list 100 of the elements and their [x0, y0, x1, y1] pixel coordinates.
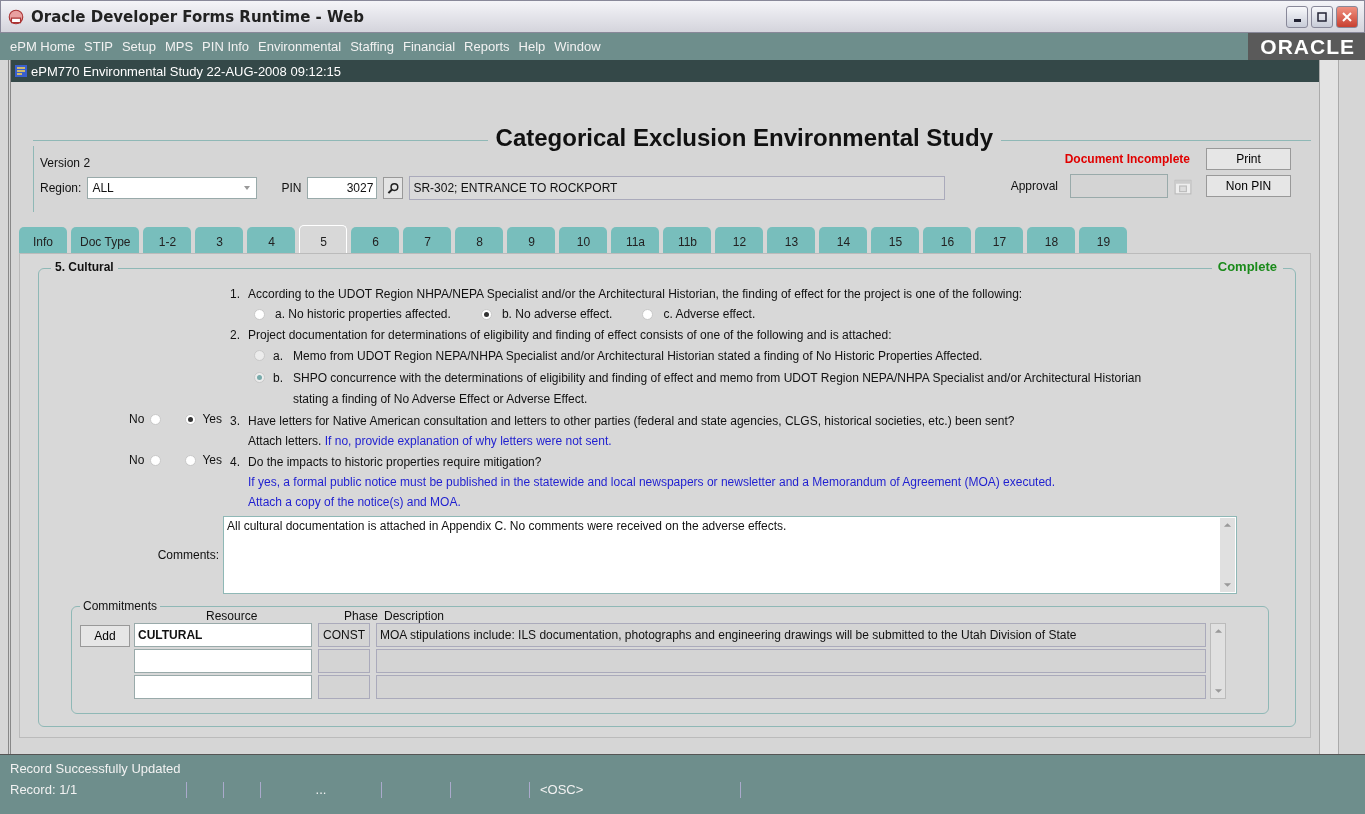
tab[interactable]: 17: [975, 227, 1024, 253]
scroll-up-icon[interactable]: [1213, 628, 1223, 634]
minimize-button[interactable]: [1286, 5, 1308, 28]
instruction-text: Attach letters.: [248, 434, 322, 448]
option-label: Memo from UDOT Region NEPA/NHPA Specialist and/or Architectural Historian stated a finding of No Historic Properties Affected.: [293, 348, 983, 365]
section-status: Complete: [1211, 259, 1283, 274]
tab[interactable]: Info: [19, 227, 67, 253]
option-letter: b.: [273, 370, 284, 387]
column-header: Description: [384, 609, 445, 623]
tab[interactable]: 8: [455, 227, 504, 253]
status-cell: ...: [261, 782, 382, 798]
scrollbar[interactable]: [1210, 623, 1226, 699]
tab[interactable]: 3: [195, 227, 244, 253]
answer-label: No: [129, 412, 145, 426]
app-icon: [7, 7, 25, 26]
scroll-down-icon[interactable]: [1223, 582, 1232, 588]
region-label: Region:: [40, 181, 82, 195]
option-label: a. No historic properties affected.: [275, 307, 451, 321]
option-label: c. Adverse effect.: [663, 307, 756, 321]
version-label: Version: [40, 156, 81, 170]
search-button[interactable]: [383, 177, 404, 199]
maximize-icon: [1317, 11, 1327, 22]
option-letter: a.: [273, 348, 284, 365]
resource-field[interactable]: CULTURAL: [134, 623, 312, 647]
radio-button[interactable]: [150, 454, 162, 466]
resource-field[interactable]: [134, 675, 312, 699]
approval-field[interactable]: [1070, 174, 1168, 198]
tab[interactable]: 19: [1079, 227, 1128, 253]
answer-label: Yes: [202, 412, 222, 426]
radio-button[interactable]: [254, 308, 265, 320]
scroll-up-icon[interactable]: [1223, 522, 1232, 528]
tab[interactable]: 6: [351, 227, 400, 253]
description-field[interactable]: [376, 649, 1206, 673]
tab[interactable]: Doc Type: [71, 227, 140, 253]
window-title: Oracle Developer Forms Runtime - Web: [31, 7, 364, 26]
tab[interactable]: 1-2: [143, 227, 192, 253]
print-button[interactable]: Print: [1206, 148, 1291, 170]
radio-button[interactable]: [185, 454, 197, 466]
add-button[interactable]: Add: [80, 625, 130, 647]
tab[interactable]: 7: [403, 227, 452, 253]
phase-field[interactable]: CONST: [318, 623, 370, 647]
phase-field[interactable]: [318, 675, 370, 699]
tab[interactable]: 11a: [611, 227, 660, 253]
question-number: 1.: [230, 286, 241, 301]
tab[interactable]: 12: [715, 227, 764, 253]
form-icon: [14, 64, 28, 78]
radio-button[interactable]: [185, 413, 197, 425]
maximize-button[interactable]: [1311, 5, 1333, 28]
tab[interactable]: 18: [1027, 227, 1076, 253]
instruction-note: Attach a copy of the notice(s) and MOA.: [247, 494, 462, 511]
pin-label: PIN: [281, 181, 302, 195]
instruction-note: If no, provide explanation of why letters were not sent.: [324, 434, 612, 448]
tab[interactable]: 9: [507, 227, 556, 253]
record-count: Record: 1/1: [10, 782, 187, 798]
description-field[interactable]: MOA stipulations include: ILS documentation, photographs and engineering drawings will be submitted to the Utah Division of State: [376, 623, 1206, 647]
radio-button[interactable]: [480, 308, 492, 320]
question-number: 4.: [230, 454, 241, 469]
calendar-icon[interactable]: [1174, 177, 1192, 195]
non-pin-button[interactable]: Non PIN: [1206, 175, 1291, 197]
tab[interactable]: 15: [871, 227, 920, 253]
form-heading: Categorical Exclusion Environmental Study: [495, 124, 993, 152]
question-number: 2.: [230, 327, 241, 342]
description-field[interactable]: [376, 675, 1206, 699]
commitments-title: Commitments: [80, 599, 160, 613]
region-dropdown[interactable]: ALL: [87, 177, 258, 199]
tab[interactable]: 13: [767, 227, 816, 253]
version-number: 2: [83, 156, 91, 170]
question-text: Project documentation for determinations of eligibility and finding of effect consists of one of the following and is attached:: [248, 327, 892, 342]
tab[interactable]: 14: [819, 227, 868, 253]
minimize-icon: [1293, 19, 1301, 22]
radio-button[interactable]: [150, 413, 162, 425]
question-text: According to the UDOT Region NHPA/NEPA Specialist and/or the Architectural Historian, the finding of effect for the project is one of the following:: [248, 286, 1023, 301]
scrollbar[interactable]: [1220, 518, 1235, 592]
tab[interactable]: 10: [559, 227, 608, 253]
form-title: ePM770 Environmental Study 22-AUG-2008 09:12:15: [31, 63, 342, 79]
comments-label: Comments:: [156, 548, 220, 562]
section-title: 5. Cultural: [51, 260, 118, 274]
comments-field[interactable]: All cultural documentation is attached in Appendix C. No comments were received on the adverse effects.: [223, 516, 1237, 594]
option-label: b. No adverse effect.: [501, 307, 613, 321]
scrollbar[interactable]: [1319, 60, 1339, 754]
question-text: Do the impacts to historic properties require mitigation?: [248, 454, 542, 469]
question-text: Have letters for Native American consultation and letters to other parties (federal and state agencies, CLGS, historical societies, etc.) been sent?: [248, 413, 1015, 428]
question-number: 3.: [230, 413, 241, 428]
column-header: Phase: [344, 609, 380, 623]
close-button[interactable]: [1336, 5, 1358, 28]
logo: ORACLE: [1248, 33, 1365, 60]
status-message: Record Successfully Updated: [10, 760, 182, 778]
tab[interactable]: 5: [299, 225, 348, 253]
column-header: Resource: [206, 609, 259, 623]
scroll-down-icon[interactable]: [1213, 688, 1223, 694]
tab[interactable]: 11b: [663, 227, 712, 253]
tab[interactable]: 4: [247, 227, 296, 253]
radio-button[interactable]: [642, 308, 654, 320]
document-status: Document Incomplete: [1064, 152, 1190, 166]
phase-field[interactable]: [318, 649, 370, 673]
tab[interactable]: 16: [923, 227, 972, 253]
resource-field[interactable]: [134, 649, 312, 673]
approval-label: Approval: [1010, 179, 1058, 193]
project-name-field[interactable]: SR-302; ENTRANCE TO ROCKPORT: [409, 176, 946, 200]
pin-field[interactable]: 3027: [307, 177, 378, 199]
